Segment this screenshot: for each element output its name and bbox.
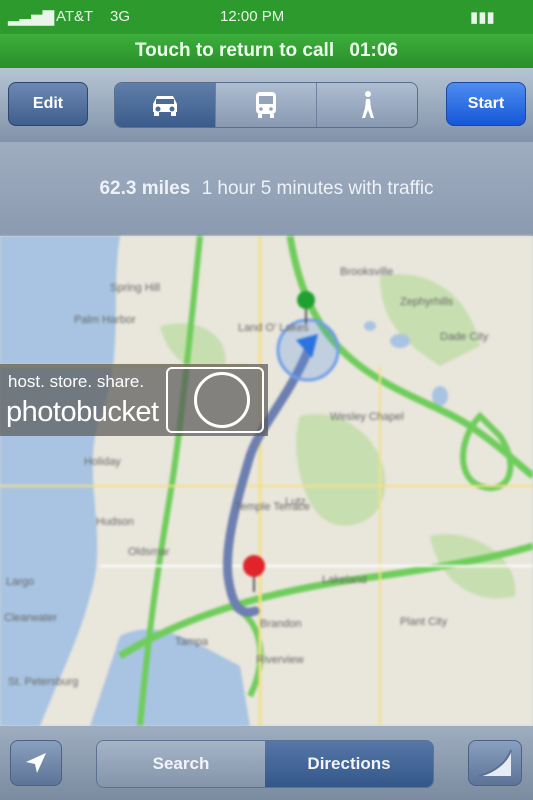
battery-icon: ▮▮▮ <box>470 9 495 26</box>
map-place: Largo <box>6 576 35 588</box>
map-place: Zephyrhills <box>400 296 454 308</box>
map-canvas <box>0 236 533 726</box>
time-label: 12:00 PM <box>220 8 285 25</box>
car-icon <box>153 96 177 116</box>
status-bar: ▂▃▅▇ AT&T 3G 12:00 PM ▮▮▮ <box>0 0 533 34</box>
bottom-toolbar: Search Directions <box>0 726 533 800</box>
mode-car[interactable] <box>115 83 215 127</box>
transport-mode-control <box>114 82 418 128</box>
call-bar-label: Touch to return to call <box>134 40 335 61</box>
carrier-label: AT&T <box>56 8 94 25</box>
map-place: Wesley Chapel <box>330 411 404 423</box>
camera-lens-icon <box>194 372 250 428</box>
route-distance: 62.3 miles <box>99 178 191 199</box>
map-place: Riverview <box>256 654 304 666</box>
mode-transit[interactable] <box>216 83 316 127</box>
signal-icon: ▂▃▅▇ <box>8 9 55 26</box>
bus-icon <box>256 92 276 118</box>
map-place: Oldsmar <box>128 546 170 558</box>
directions-tab[interactable]: Directions <box>265 741 433 787</box>
directions-toolbar: Edit Start <box>0 68 533 142</box>
network-label: 3G <box>110 8 131 25</box>
map-place: Plant City <box>400 616 448 628</box>
map-place: Brooksville <box>340 266 394 278</box>
current-location-button[interactable] <box>10 740 62 786</box>
edit-button[interactable]: Edit <box>8 82 88 126</box>
map-place: Dade City <box>440 331 489 343</box>
call-duration: 01:06 <box>349 40 399 61</box>
search-tab[interactable]: Search <box>97 741 265 787</box>
map-place: Hudson <box>96 516 134 528</box>
location-arrow-icon <box>26 753 46 773</box>
page-curl-icon <box>478 749 512 777</box>
map-place: Temple Terrace <box>235 501 310 513</box>
page-curl-button[interactable] <box>468 740 522 786</box>
walk-icon <box>362 91 374 118</box>
start-button[interactable]: Start <box>446 82 526 126</box>
map-place: Palm Harbor <box>74 314 136 326</box>
search-directions-control: Search Directions <box>96 740 434 788</box>
map-place: Clearwater <box>4 612 58 624</box>
map-place: St. Petersburg <box>8 676 79 688</box>
map-place: Spring Hill <box>110 282 161 294</box>
map-place: Lakeland <box>322 574 367 586</box>
photobucket-watermark: host. store. share. photobucket <box>0 364 268 436</box>
map-view[interactable]: Spring Hill Brooksville Land O' Lakes We… <box>0 236 533 726</box>
map-place: Tampa <box>175 636 209 648</box>
watermark-tagline: host. store. share. <box>8 372 145 391</box>
route-summary: 62.3 miles 1 hour 5 minutes with traffic <box>0 142 533 236</box>
map-place: Land O' Lakes <box>238 322 309 334</box>
return-to-call-bar[interactable]: Touch to return to call 01:06 <box>0 34 533 68</box>
route-duration: 1 hour 5 minutes with traffic <box>201 178 434 199</box>
map-place: Brandon <box>260 618 302 630</box>
mode-walking[interactable] <box>317 83 417 127</box>
watermark-logo: photobucket <box>6 396 159 428</box>
map-place: Holiday <box>84 456 121 468</box>
